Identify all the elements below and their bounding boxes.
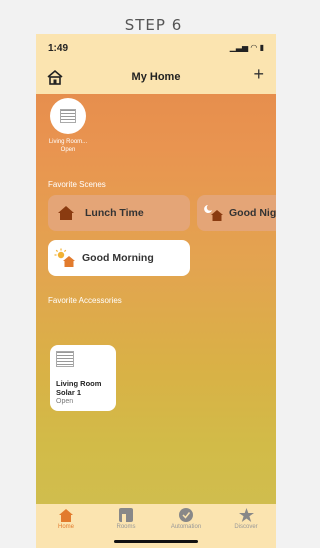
tab-rooms[interactable]: Rooms (96, 508, 156, 530)
accessory-state: Open (56, 398, 74, 405)
window-covering-icon (60, 109, 76, 123)
moon-house-icon (204, 205, 223, 221)
living-room-accessory-label: Living Room... Open (42, 138, 94, 154)
accessory-state: Open (60, 147, 76, 153)
tab-home[interactable]: Home (36, 508, 96, 530)
scene-lunch-time[interactable]: Lunch Time (48, 195, 190, 231)
accessory-name-line1: Living Room (56, 379, 102, 388)
sun-house-icon (54, 248, 75, 267)
scene-good-morning[interactable]: Good Morning (48, 240, 190, 276)
favorite-accessories-title: Favorite Accessories (48, 296, 122, 305)
status-icons: ▁▃▅ ◠ ▮ (229, 43, 264, 52)
scene-good-night[interactable]: Good Nig (197, 195, 276, 231)
tab-discover[interactable]: Discover (216, 508, 276, 530)
step-label: STEP 6 (124, 16, 183, 34)
add-button[interactable]: + (253, 64, 264, 84)
tab-label: Automation (170, 524, 202, 530)
status-time: 1:49 (48, 43, 69, 54)
automation-icon (179, 508, 193, 522)
window-covering-icon (56, 351, 74, 367)
home-indicator (114, 540, 198, 543)
home-tab-icon (59, 509, 73, 522)
accessory-name: Living Room Solar 1 (56, 379, 101, 397)
page-title: My Home (131, 71, 181, 83)
scene-label: Good Morning (82, 252, 154, 264)
living-room-accessory[interactable] (50, 98, 86, 134)
tab-automation[interactable]: Automation (156, 508, 216, 530)
tab-label: Discover (234, 524, 258, 530)
accessory-living-room-solar[interactable]: Living Room Solar 1 Open (50, 345, 116, 411)
rooms-icon (119, 508, 133, 522)
phone-screen: 1:49 ▁▃▅ ◠ ▮ My Home + Living Room... Op… (36, 34, 276, 548)
tab-label: Home (57, 524, 74, 530)
favorite-scenes-title: Favorite Scenes (48, 180, 106, 189)
house-icon (58, 206, 74, 220)
accessory-name-line2: Solar 1 (56, 388, 82, 397)
scene-label: Lunch Time (85, 207, 144, 219)
tab-label: Rooms (116, 524, 136, 530)
scene-label: Good Nig (229, 207, 276, 219)
accessory-name: Living Room... (48, 139, 88, 145)
star-icon (238, 508, 254, 522)
top-bar: 1:49 ▁▃▅ ◠ ▮ My Home + (36, 34, 276, 94)
